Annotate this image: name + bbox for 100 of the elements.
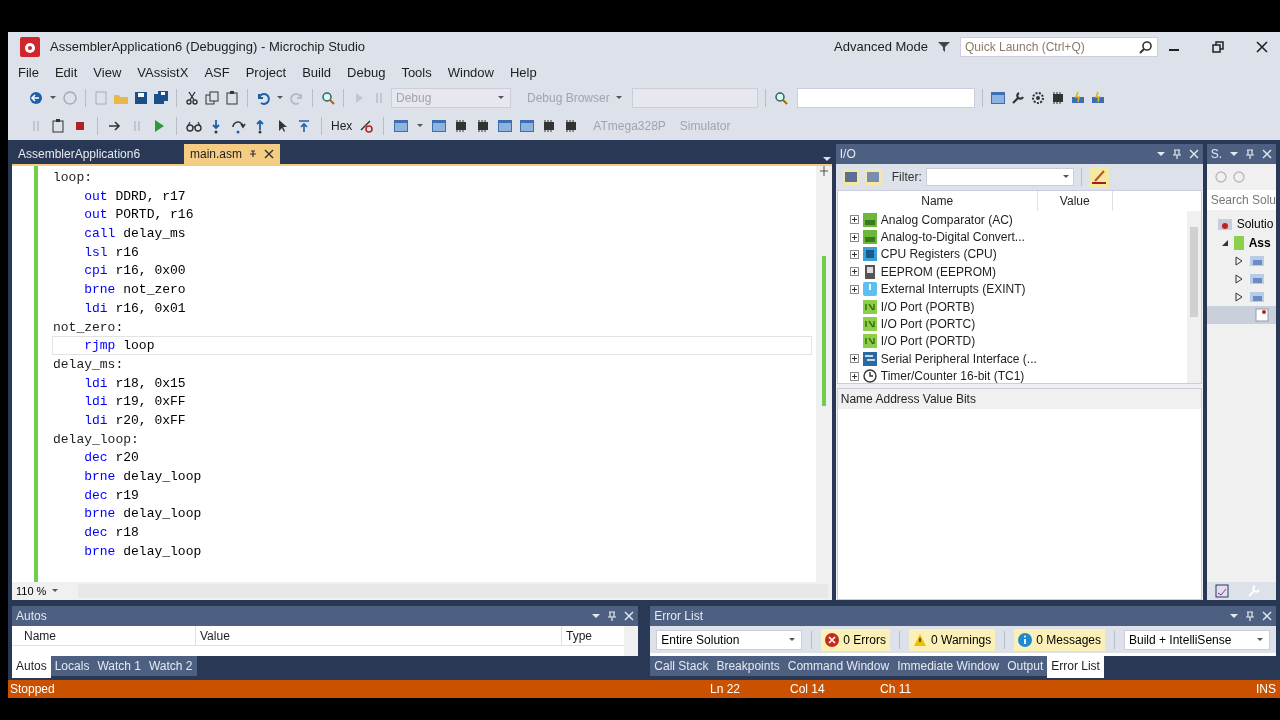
panel-title: Error List (654, 608, 705, 625)
save-icon[interactable] (133, 90, 149, 106)
window-icon[interactable] (519, 118, 536, 134)
messages-filter-button[interactable]: 0 Messages (1014, 628, 1105, 651)
undo-icon[interactable] (255, 90, 271, 106)
restore-icon[interactable] (1212, 41, 1224, 53)
tree-item[interactable]: Serial Peripheral Interface (... (880, 349, 1037, 368)
run-to-cursor-icon[interactable] (296, 118, 312, 134)
window-icon[interactable] (497, 118, 514, 134)
tree-item[interactable]: Analog Comparator (AC) (880, 211, 1013, 229)
tree-item[interactable]: Timer/Counter 16-bit (TC1) (880, 367, 1025, 383)
tree-item[interactable]: Ass (1248, 234, 1271, 252)
panel-title: S. (1210, 146, 1222, 163)
panel-tab[interactable]: Command Window (783, 656, 894, 676)
tree-item[interactable]: I/O Port (PORTD) (880, 332, 976, 351)
panel-menu-caret-icon[interactable] (1230, 150, 1238, 158)
copy-icon[interactable] (204, 90, 220, 106)
window-title: AssemblerApplication6 (Debugging) - Microchip Studio (50, 38, 366, 57)
editor-tab[interactable]: AssemblerApplication6 (12, 144, 184, 164)
scissors-icon[interactable] (184, 90, 200, 106)
filter-field[interactable] (925, 168, 1074, 186)
errors-filter-button[interactable]: 0 Errors (821, 628, 891, 651)
clock-icon (862, 369, 877, 383)
panel-tab[interactable]: Autos (12, 656, 51, 678)
code-line: dec r19 (83, 486, 140, 505)
tree-item[interactable]: External Interrupts (EXINT) (880, 280, 1026, 299)
char-indicator: Ch 11 (880, 681, 913, 698)
magnifier-icon[interactable] (320, 90, 336, 106)
gear-icon[interactable] (1029, 90, 1046, 106)
solution-tab-icon[interactable] (1214, 584, 1229, 598)
menu-item[interactable]: Build (294, 63, 340, 83)
expand-icon[interactable] (849, 267, 859, 277)
filter-icon[interactable] (938, 41, 950, 53)
list-view-icon[interactable] (863, 168, 882, 186)
expand-icon[interactable] (849, 249, 859, 259)
tree-item[interactable]: CPU Registers (CPU) (880, 245, 997, 264)
mode-label: Advanced Mode (834, 38, 928, 57)
plug-icon[interactable] (1069, 90, 1086, 106)
tree-item[interactable]: Solutio (1236, 215, 1274, 233)
close-icon[interactable] (264, 149, 274, 159)
panel-menu-caret-icon[interactable] (1156, 150, 1165, 158)
menu-item[interactable]: Project (237, 63, 295, 83)
brush-icon[interactable] (1088, 167, 1109, 187)
expand-icon[interactable] (849, 371, 859, 381)
menu-item[interactable]: Help (502, 63, 545, 83)
code-line: dec r20 (83, 449, 140, 467)
panel-tab[interactable]: Watch 2 (144, 656, 197, 676)
expand-icon[interactable] (849, 232, 859, 242)
tree-item[interactable]: Analog-to-Digital Convert... (880, 228, 1025, 247)
source-dropdown[interactable]: Build + IntelliSense (1124, 629, 1270, 650)
expand-icon[interactable] (849, 284, 859, 294)
panel-tab[interactable]: Watch 1 (93, 656, 145, 676)
code-line: brne delay_loop (83, 505, 203, 524)
window-icon[interactable] (989, 90, 1006, 106)
menu-item[interactable]: VAssistX (129, 63, 197, 83)
panel-tab[interactable]: Call Stack (650, 656, 713, 676)
pin-icon[interactable] (248, 149, 258, 159)
scope-dropdown[interactable]: Entire Solution (656, 629, 803, 650)
zoom-dropdown[interactable]: 110 % (16, 582, 74, 600)
menu-item[interactable]: View (85, 63, 130, 83)
tree-item[interactable]: I/O Port (PORTC) (880, 315, 976, 334)
window-icon[interactable] (393, 118, 410, 134)
expand-icon[interactable] (849, 215, 859, 225)
collapse-icon[interactable] (1220, 239, 1229, 247)
expand-icon[interactable] (849, 354, 859, 364)
hex-button[interactable]: Hex (331, 117, 353, 135)
menu-item[interactable]: Debug (339, 63, 394, 83)
warnings-filter-button[interactable]: 0 Warnings (909, 628, 996, 651)
editor-tab[interactable]: main.asm (184, 144, 280, 164)
breakpoint-off-icon[interactable] (358, 118, 375, 134)
tab-menu-caret-icon[interactable] (821, 154, 832, 164)
panel-menu-caret-icon[interactable] (592, 612, 601, 620)
window-icon[interactable] (431, 118, 448, 134)
back-icon[interactable] (28, 90, 44, 106)
search-field[interactable]: Search Solu (1206, 190, 1276, 210)
step-over-icon[interactable] (230, 118, 246, 134)
menu-item[interactable]: Tools (393, 63, 440, 83)
tree-row[interactable] (1206, 306, 1276, 324)
clipboard-icon[interactable] (224, 90, 240, 106)
menu-item[interactable]: Window (439, 63, 502, 83)
menu-item[interactable]: Edit (46, 63, 86, 83)
panel-tab[interactable]: Breakpoints (712, 656, 784, 676)
plug-icon[interactable] (1089, 90, 1106, 106)
save-all-icon[interactable] (153, 90, 169, 106)
panel-tab[interactable]: Immediate Window (893, 656, 1004, 676)
close-icon[interactable] (1256, 41, 1268, 53)
panel-tab[interactable]: Error List (1047, 656, 1104, 678)
tree-item[interactable]: EEPROM (EEPROM) (880, 262, 997, 281)
quick-launch-field[interactable]: Quick Launch (Ctrl+Q) (960, 37, 1158, 57)
panel-menu-caret-icon[interactable] (1230, 612, 1238, 620)
menu-item[interactable]: ASF (196, 63, 238, 83)
grid-view-icon[interactable] (841, 168, 860, 186)
panel-tab[interactable]: Locals (50, 656, 94, 676)
magnifier-icon[interactable] (772, 90, 789, 106)
code-line: delay_ms: (52, 355, 125, 374)
menu-item[interactable]: File (10, 63, 47, 83)
tree-item[interactable]: I/O Port (PORTB) (880, 297, 975, 316)
clipboard-icon[interactable] (50, 118, 66, 134)
column-header: Value (1037, 191, 1113, 211)
panel-tab[interactable]: Output (1003, 656, 1048, 676)
